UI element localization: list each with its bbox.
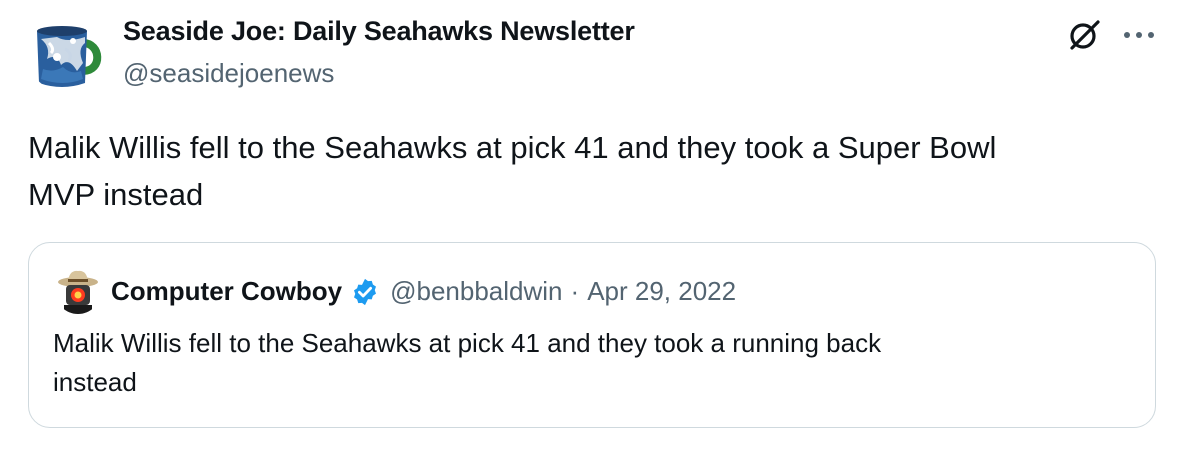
quoted-author-avatar[interactable] xyxy=(55,268,101,314)
post-text: Malik Willis fell to the Seahawks at pic… xyxy=(28,130,997,212)
author-name[interactable]: Seaside Joe: Daily Seahawks Newsletter xyxy=(123,16,635,47)
more-options-button[interactable] xyxy=(1116,14,1162,56)
author-handle[interactable]: @seasidejoenews xyxy=(123,58,334,89)
verified-badge-icon xyxy=(354,278,377,305)
quoted-post-text: Malik Willis fell to the Seahawks at pic… xyxy=(53,328,882,397)
post-card: Seaside Joe: Daily Seahawks Newsletter @… xyxy=(0,0,1186,450)
author-avatar[interactable] xyxy=(27,13,107,93)
more-dots-icon xyxy=(1124,32,1154,38)
quoted-author-name[interactable]: Computer Cowboy xyxy=(111,276,342,307)
quoted-author-handle[interactable]: @benbbaldwin xyxy=(390,276,562,307)
grok-button[interactable] xyxy=(1063,14,1105,56)
quoted-post-header: Computer Cowboy @benbbaldwin · Apr 29, 2… xyxy=(111,276,736,307)
coffee-mug-avatar-icon xyxy=(27,13,107,93)
header-separator: · xyxy=(570,276,580,306)
robot-cowboy-avatar-icon xyxy=(55,268,101,314)
quoted-post[interactable]: Computer Cowboy @benbbaldwin · Apr 29, 2… xyxy=(28,242,1156,428)
verified-badge xyxy=(350,277,380,307)
grok-icon xyxy=(1070,20,1100,50)
quoted-post-date[interactable]: Apr 29, 2022 xyxy=(587,276,736,307)
